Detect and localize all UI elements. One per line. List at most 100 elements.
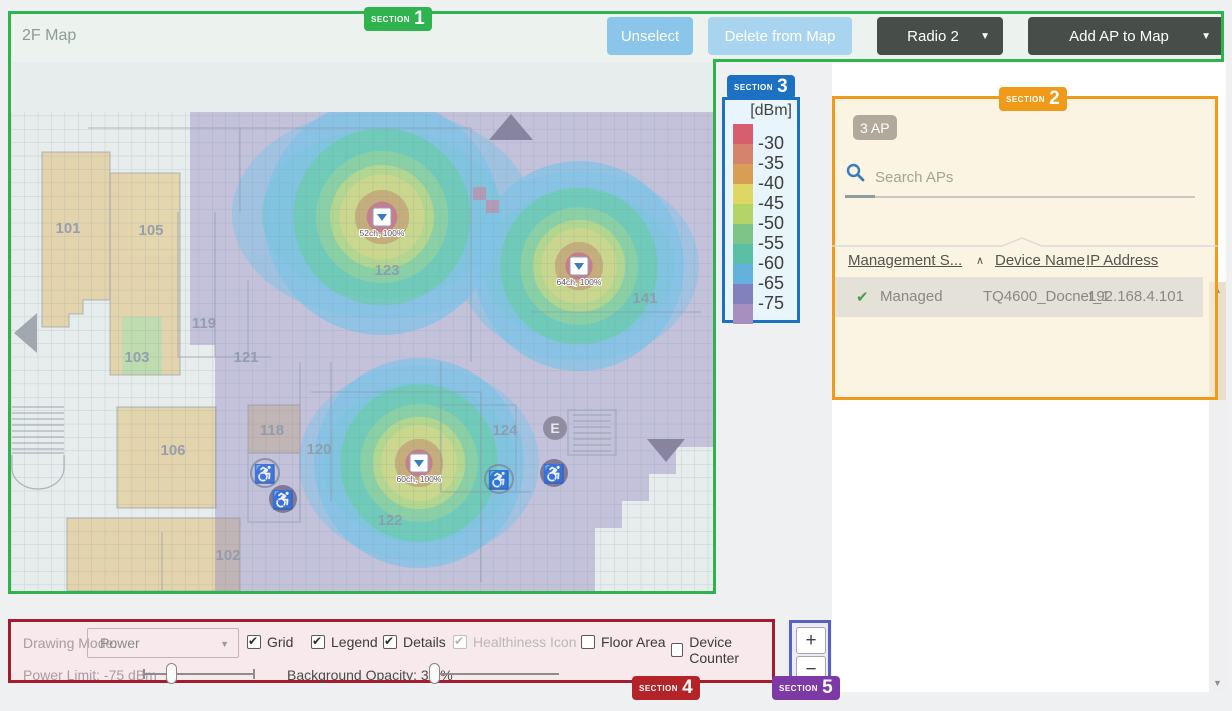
legend-swatch <box>733 224 753 244</box>
legend-swatch <box>733 124 753 144</box>
wheelchair-icon: ♿ <box>251 459 279 487</box>
background-opacity-label: Background Opacity: 30 % <box>287 667 453 683</box>
checkbox-box[interactable] <box>311 635 325 649</box>
legend-swatch <box>733 284 753 304</box>
device-counter-checkbox[interactable]: Device Counter <box>671 634 772 666</box>
legend-swatch <box>733 164 753 184</box>
room-label: 123 <box>374 262 399 279</box>
section1-border <box>8 11 1224 14</box>
radio-select-label: Radio 2 <box>907 28 959 45</box>
power-limit-label: Power Limit: -75 dBm <box>23 667 157 683</box>
section1-border <box>8 11 11 594</box>
column-header-ip-address[interactable]: IP Address <box>1086 252 1158 269</box>
room-label: 120 <box>306 441 331 458</box>
details-checkbox[interactable]: Details <box>383 634 446 650</box>
room-label: 101 <box>55 220 80 237</box>
wheelchair-icon: ♿ <box>269 485 297 513</box>
legend-label: -30 <box>758 133 784 154</box>
table-top-divider <box>832 235 1218 248</box>
chevron-down-icon: ▼ <box>220 639 229 649</box>
ap-label: 64ch, 100% <box>557 277 602 287</box>
elevator-icon: E <box>543 416 567 440</box>
checkbox-box[interactable] <box>671 643 683 657</box>
zoom-in-button[interactable]: + <box>796 627 826 654</box>
zoom-controls: + − <box>789 620 831 683</box>
ap-label: 60ch, 100% <box>397 474 442 484</box>
section1-annotation: SECTION1 <box>364 7 432 31</box>
power-limit-slider[interactable] <box>144 673 254 675</box>
legend-swatch <box>733 264 753 284</box>
legend-label: -55 <box>758 233 784 254</box>
column-header-device-name[interactable]: Device Name <box>995 252 1085 269</box>
background-opacity-slider[interactable] <box>431 673 559 675</box>
map-grid <box>11 112 713 591</box>
legend-swatch <box>733 184 753 204</box>
ap-table-row[interactable]: ✔ Managed TQ4600_Docnet_1 192.168.4.101 <box>835 277 1203 317</box>
room-label: 141 <box>632 290 657 307</box>
room-label: 106 <box>160 442 185 459</box>
ip-address-cell: 192.168.4.101 <box>1088 288 1184 305</box>
drawing-mode-select[interactable]: Power ▼ <box>87 628 239 658</box>
section1-border <box>8 591 716 594</box>
unselect-button[interactable]: Unselect <box>607 17 693 55</box>
checkbox-label: Device Counter <box>689 634 772 666</box>
checkbox-label: Legend <box>331 634 378 650</box>
search-underline <box>845 196 1195 198</box>
scroll-down-arrow[interactable]: ▼ <box>1209 678 1226 688</box>
section2-border <box>832 96 1218 400</box>
grid-checkbox[interactable]: Grid <box>247 634 293 650</box>
ap-label: 52ch, 100% <box>360 228 405 238</box>
checkbox-label: Details <box>403 634 446 650</box>
column-header-management-state[interactable]: Management S... <box>848 252 962 269</box>
scrollbar-track[interactable] <box>1209 400 1226 692</box>
legend-label: -65 <box>758 273 784 294</box>
legend-label: -40 <box>758 173 784 194</box>
room-label: 119 <box>192 315 216 332</box>
room-label: 102 <box>215 547 240 564</box>
management-status-cell: Managed <box>880 288 943 305</box>
ap-search <box>845 162 1197 196</box>
search-underline-accent <box>845 195 875 198</box>
search-aps-input[interactable] <box>875 164 1190 190</box>
legend-swatch <box>733 244 753 264</box>
room-label: 122 <box>377 512 402 529</box>
legend-label: -45 <box>758 193 784 214</box>
checkbox-box[interactable] <box>247 635 261 649</box>
floor-area-checkbox[interactable]: Floor Area <box>581 634 666 650</box>
section1-border <box>713 59 716 594</box>
checkbox-box[interactable] <box>581 635 595 649</box>
room-label: 103 <box>124 349 149 366</box>
section5-annotation: SECTION5 <box>772 676 840 700</box>
background-opacity-slider-thumb[interactable] <box>429 663 440 684</box>
section1-border <box>1221 11 1224 62</box>
legend-checkbox[interactable]: Legend <box>311 634 378 650</box>
legend-swatch <box>733 144 753 164</box>
checkbox-box[interactable] <box>383 635 397 649</box>
checkbox-label: Healthiness Icon <box>473 634 577 650</box>
map-options-bar: Drawing Mode: Power ▼ Grid Legend Detail… <box>8 619 775 683</box>
room-label: 118 <box>260 422 284 439</box>
legend-label: -75 <box>758 293 784 314</box>
legend-label: -50 <box>758 213 784 234</box>
add-ap-label: Add AP to Map <box>1069 28 1169 45</box>
add-ap-to-map-dropdown[interactable]: Add AP to Map ▼ <box>1028 17 1224 55</box>
page-title: 2F Map <box>22 27 76 45</box>
svg-text:E: E <box>550 420 559 436</box>
wheelchair-icon: ♿ <box>540 459 568 487</box>
svg-text:♿: ♿ <box>254 463 276 484</box>
delete-from-map-button[interactable]: Delete from Map <box>708 17 852 55</box>
radio-select-dropdown[interactable]: Radio 2 ▼ <box>877 17 1003 55</box>
room-label: 121 <box>233 349 258 366</box>
chevron-down-icon: ▼ <box>1201 31 1211 42</box>
ap-count-badge: 3 AP <box>853 115 897 140</box>
room-label: 124 <box>492 422 518 439</box>
section2-annotation: SECTION2 <box>999 87 1067 111</box>
managed-check-icon: ✔ <box>856 288 869 306</box>
svg-text:♿: ♿ <box>543 463 565 484</box>
sort-ascending-icon[interactable]: ∧ <box>976 254 984 267</box>
search-icon <box>845 162 865 182</box>
section3-annotation: SECTION3 <box>727 75 795 99</box>
floor-map-canvas[interactable]: E ♿ ♿ ♿ ♿ 101 105 119 103 <box>11 62 713 591</box>
power-limit-slider-thumb[interactable] <box>166 663 177 684</box>
chevron-down-icon: ▼ <box>980 31 990 42</box>
